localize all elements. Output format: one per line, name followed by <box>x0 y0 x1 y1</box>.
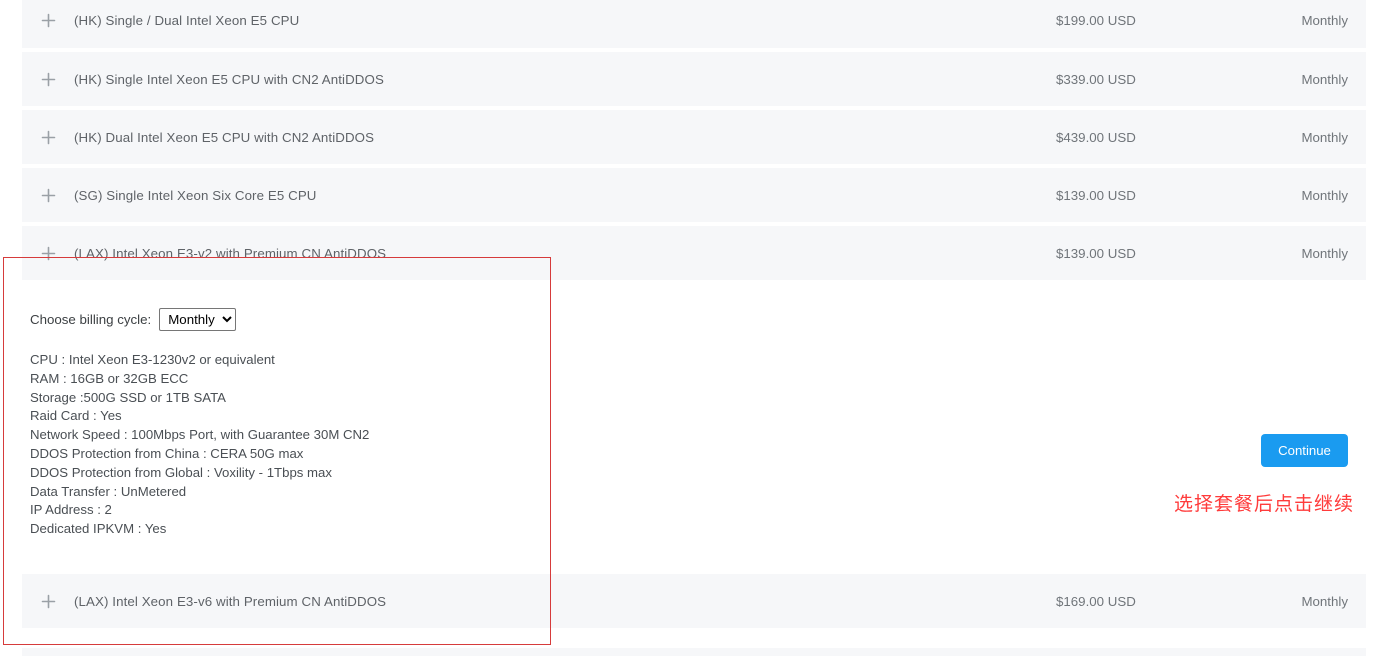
product-billing-cycle: Monthly <box>1301 13 1348 28</box>
product-price: $439.00 USD <box>1056 129 1136 145</box>
product-detail-panel: Choose billing cycle: Monthly CPU : Inte… <box>22 282 1366 572</box>
spec-line: Data Transfer : UnMetered <box>30 483 187 499</box>
spec-line: CPU : Intel Xeon E3-1230v2 or equivalent <box>30 352 275 367</box>
billing-cycle-select[interactable]: Monthly <box>159 308 237 331</box>
product-row[interactable]: (HK) Single Intel Xeon E5 CPU with CN2 A… <box>22 50 1366 108</box>
plus-icon[interactable] <box>22 71 74 88</box>
product-spec-list: CPU : Intel Xeon E3-1230v2 or equivalent… <box>22 351 1366 539</box>
product-name: (HK) Dual Intel Xeon E5 CPU with CN2 Ant… <box>74 129 375 145</box>
product-price: $199.00 USD <box>1056 13 1136 28</box>
product-price: $139.00 USD <box>1056 245 1136 261</box>
spec-line: Storage :500G SSD or 1TB SATA <box>30 389 226 405</box>
product-billing-cycle: Monthly <box>1301 129 1348 145</box>
product-list: (HK) Single / Dual Intel Xeon E5 CPU $19… <box>22 0 1366 630</box>
product-name: (SG) Single Intel Xeon Six Core E5 CPU <box>74 187 317 203</box>
billing-cycle-label: Choose billing cycle: <box>30 312 152 327</box>
annotation-label: 选择套餐后点击继续 <box>1174 493 1355 515</box>
product-row[interactable]: (LAX) Intel Xeon E3-v6 with Premium CN A… <box>22 572 1366 630</box>
plus-icon[interactable] <box>22 593 74 610</box>
spec-line: Raid Card : Yes <box>30 408 122 424</box>
spec-line: DDOS Protection from Global : Voxility -… <box>30 464 332 480</box>
spec-line: RAM : 16GB or 32GB ECC <box>30 370 189 386</box>
product-name: (HK) Single / Dual Intel Xeon E5 CPU <box>74 13 300 28</box>
plus-icon[interactable] <box>22 12 74 29</box>
list-bottom-edge <box>22 648 1366 656</box>
product-name: (HK) Single Intel Xeon E5 CPU with CN2 A… <box>74 71 384 87</box>
product-name: (LAX) Intel Xeon E3-v6 with Premium CN A… <box>74 593 387 609</box>
spec-line: IP Address : 2 <box>30 502 112 518</box>
continue-button[interactable]: Continue <box>1261 434 1348 467</box>
product-price: $339.00 USD <box>1056 71 1136 87</box>
product-billing-cycle: Monthly <box>1301 245 1348 261</box>
spec-line: DDOS Protection from China : CERA 50G ma… <box>30 445 304 461</box>
plus-icon[interactable] <box>22 245 74 262</box>
product-price: $169.00 USD <box>1056 593 1136 609</box>
product-price: $139.00 USD <box>1056 187 1136 203</box>
product-row[interactable]: (HK) Dual Intel Xeon E5 CPU with CN2 Ant… <box>22 108 1366 166</box>
product-row[interactable]: (SG) Single Intel Xeon Six Core E5 CPU $… <box>22 166 1366 224</box>
plus-icon[interactable] <box>22 129 74 146</box>
product-billing-cycle: Monthly <box>1301 71 1348 87</box>
product-row-selected[interactable]: (LAX) Intel Xeon E3-v2 with Premium CN A… <box>22 224 1366 282</box>
product-name: (LAX) Intel Xeon E3-v2 with Premium CN A… <box>74 245 387 261</box>
product-row[interactable]: (HK) Single / Dual Intel Xeon E5 CPU $19… <box>22 0 1366 50</box>
product-billing-cycle: Monthly <box>1301 593 1348 609</box>
billing-cycle-row: Choose billing cycle: Monthly <box>22 308 1366 331</box>
spec-line: Network Speed : 100Mbps Port, with Guara… <box>30 427 370 443</box>
plus-icon[interactable] <box>22 187 74 204</box>
product-billing-cycle: Monthly <box>1301 187 1348 203</box>
order-configuration-page: (HK) Single / Dual Intel Xeon E5 CPU $19… <box>0 0 1376 661</box>
spec-line: Dedicated IPKVM : Yes <box>30 521 167 537</box>
